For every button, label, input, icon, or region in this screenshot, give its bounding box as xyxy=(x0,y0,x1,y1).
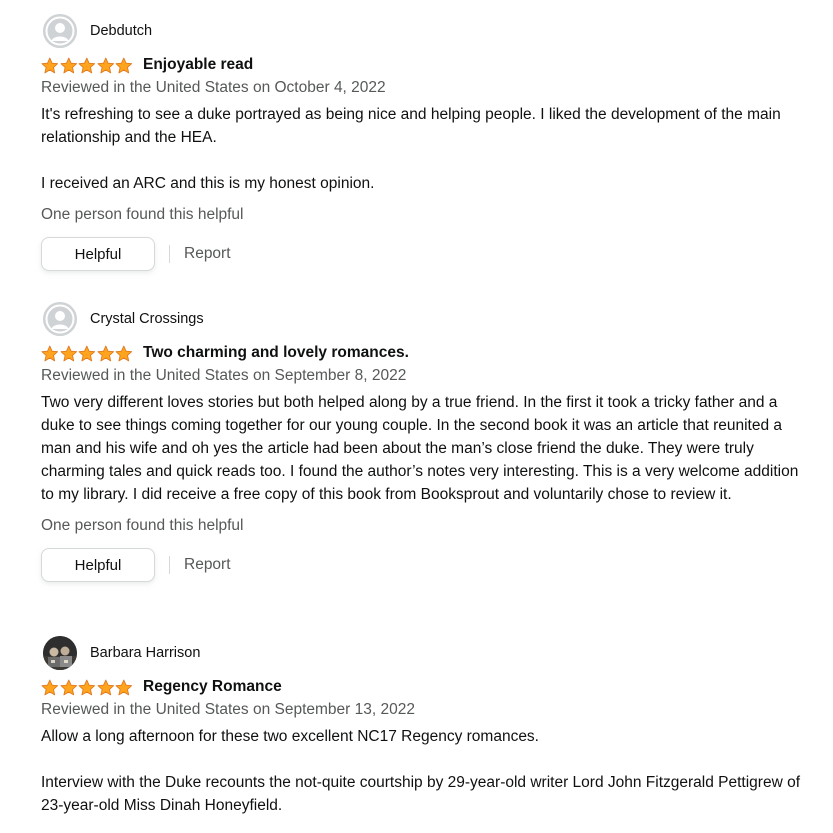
review-title[interactable]: Enjoyable read xyxy=(143,56,253,74)
review-paragraph: Allow a long afternoon for these two exc… xyxy=(41,728,539,745)
helpful-button[interactable]: Helpful xyxy=(41,548,155,582)
review-date: Reviewed in the United States on Septemb… xyxy=(41,367,407,384)
reviewer-name[interactable]: Crystal Crossings xyxy=(90,311,204,327)
star-icon xyxy=(41,679,59,695)
review-1: Debdutch Enjoyable read Reviewed in the … xyxy=(41,13,801,272)
action-divider xyxy=(169,556,170,574)
report-link[interactable]: Report xyxy=(184,556,231,574)
action-divider xyxy=(169,245,170,263)
review-paragraph: I received an ARC and this is my honest … xyxy=(41,175,375,192)
star-icon xyxy=(60,57,77,73)
star-icon xyxy=(60,679,77,695)
star-rating[interactable] xyxy=(41,57,133,74)
star-icon xyxy=(97,57,114,73)
review-body: Two very different loves stories but bot… xyxy=(41,391,801,506)
reviewer-profile[interactable]: Crystal Crossings xyxy=(41,301,801,337)
review-paragraph: Two very different loves stories but bot… xyxy=(41,394,799,503)
default-avatar-icon xyxy=(43,14,77,48)
review-title[interactable]: Two charming and lovely romances. xyxy=(143,344,409,362)
reviews-page: Debdutch Enjoyable read Reviewed in the … xyxy=(0,0,833,833)
reviewer-name[interactable]: Barbara Harrison xyxy=(90,645,200,661)
star-rating[interactable] xyxy=(41,679,133,696)
star-icon xyxy=(97,345,114,361)
helpful-count: One person found this helpful xyxy=(41,517,244,534)
review-3: Barbara Harrison Regency Romance Reviewe… xyxy=(41,635,801,817)
review-paragraph: Interview with the Duke recounts the not… xyxy=(41,774,801,814)
default-avatar-icon xyxy=(43,302,77,336)
helpful-count: One person found this helpful xyxy=(41,206,244,223)
star-icon xyxy=(78,57,96,73)
star-icon xyxy=(115,679,133,695)
report-link[interactable]: Report xyxy=(184,245,231,263)
star-icon xyxy=(115,345,133,361)
helpful-button[interactable]: Helpful xyxy=(41,237,155,271)
review-body: It's refreshing to see a duke portrayed … xyxy=(41,103,801,195)
review-paragraph: It's refreshing to see a duke portrayed … xyxy=(41,106,781,146)
star-icon xyxy=(78,679,96,695)
review-title[interactable]: Regency Romance xyxy=(143,678,282,696)
star-icon xyxy=(41,345,59,361)
star-icon xyxy=(78,345,96,361)
star-icon xyxy=(60,345,77,361)
review-title-row: Regency Romance xyxy=(41,675,801,699)
review-body: Allow a long afternoon for these two exc… xyxy=(41,725,801,817)
review-date: Reviewed in the United States on Septemb… xyxy=(41,701,415,718)
reviewer-name[interactable]: Debdutch xyxy=(90,23,152,39)
reviewer-profile[interactable]: Barbara Harrison xyxy=(41,635,801,671)
star-icon xyxy=(41,57,59,73)
review-2: Crystal Crossings Two charming and lovel… xyxy=(41,301,801,583)
reviewer-profile[interactable]: Debdutch xyxy=(41,13,801,49)
review-actions: Helpful Report xyxy=(41,236,801,272)
review-title-row: Two charming and lovely romances. xyxy=(41,341,801,365)
star-rating[interactable] xyxy=(41,345,133,362)
review-title-row: Enjoyable read xyxy=(41,53,801,77)
review-date: Reviewed in the United States on October… xyxy=(41,79,386,96)
star-icon xyxy=(97,679,114,695)
review-actions: Helpful Report xyxy=(41,547,801,583)
star-icon xyxy=(115,57,133,73)
photo-avatar xyxy=(43,636,77,670)
